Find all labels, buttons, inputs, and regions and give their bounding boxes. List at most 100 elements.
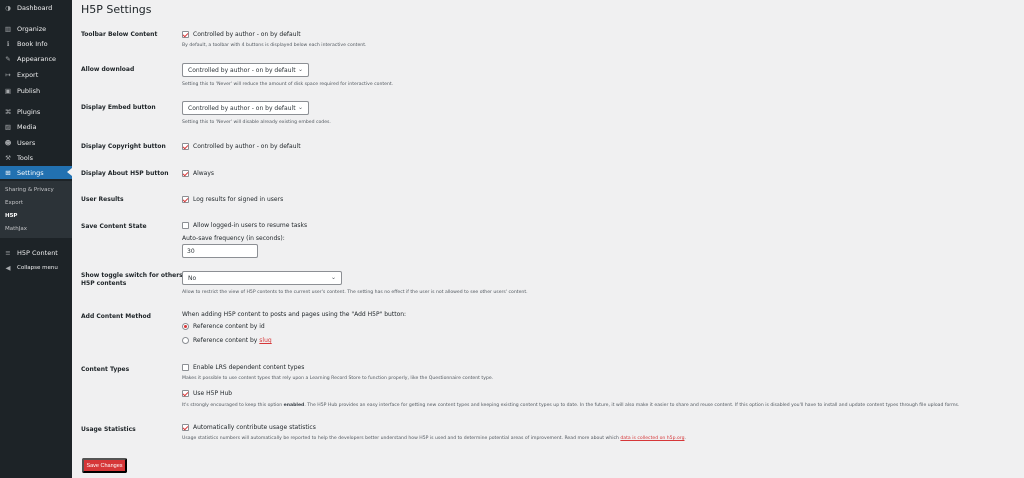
collapse-icon: ◀ bbox=[5, 263, 11, 272]
content-types-label: Content Types bbox=[81, 366, 130, 373]
publish-icon: ▣ bbox=[4, 86, 12, 95]
sidebar-item-label: Export bbox=[17, 70, 39, 79]
desc-emphasis: enabled bbox=[283, 403, 305, 408]
admin-sidebar: ◑ Dashboard ▥ Organize ℹ Book Info ✎ Appeara… bbox=[0, 0, 72, 478]
paintbrush-icon: ✎ bbox=[5, 54, 11, 63]
sidebar-item-publish[interactable]: ▣ Publish bbox=[0, 84, 72, 97]
wrench-icon: ⚒ bbox=[5, 153, 11, 162]
label-line-2: H5P contents bbox=[81, 280, 127, 287]
h5p-hub-description: It's strongly encouraged to keep this op… bbox=[182, 403, 959, 408]
checkbox-label: Enable LRS dependent content types bbox=[193, 364, 305, 371]
copyright-label: Display Copyright button bbox=[81, 143, 166, 150]
sidebar-item-label: Settings bbox=[17, 168, 44, 177]
toolbar-description: By default, a toolbar with 4 buttons is … bbox=[182, 43, 367, 48]
collapse-menu-button[interactable]: ◀ Collapse menu bbox=[0, 261, 72, 274]
checkbox-checked[interactable] bbox=[182, 31, 189, 38]
sidebar-item-appearance[interactable]: ✎ Appearance bbox=[0, 52, 72, 65]
sidebar-item-organize[interactable]: ▥ Organize bbox=[0, 22, 72, 35]
download-select[interactable]: Controlled by author - on by default ⌄ bbox=[182, 63, 309, 77]
sidebar-item-h5p-content[interactable]: ≡ H5P Content bbox=[0, 246, 72, 259]
download-label: Allow download bbox=[81, 66, 135, 73]
resume-tasks-checkbox[interactable]: Allow logged-in users to resume tasks bbox=[182, 222, 307, 229]
checkbox-label: Controlled by author - on by default bbox=[193, 31, 301, 38]
reference-by-id-radio[interactable]: Reference content by id bbox=[182, 323, 265, 330]
media-icon: ▨ bbox=[4, 122, 12, 131]
radio-unchecked[interactable] bbox=[182, 337, 189, 344]
about-label: Display About H5P button bbox=[81, 170, 169, 177]
info-icon: ℹ bbox=[6, 39, 10, 48]
checkbox-label: Always bbox=[193, 170, 215, 177]
sidebar-item-media[interactable]: ▨ Media bbox=[0, 120, 72, 133]
usage-statistics-label: Usage Statistics bbox=[81, 426, 136, 433]
chevron-down-icon: ⌄ bbox=[330, 274, 336, 281]
copyright-checkbox[interactable]: Controlled by author - on by default bbox=[182, 143, 301, 150]
sidebar-item-export[interactable]: ↦ Export bbox=[0, 68, 72, 81]
checkbox-label: Automatically contribute usage statistic… bbox=[193, 424, 316, 431]
checkbox-checked[interactable] bbox=[182, 424, 189, 431]
embed-label: Display Embed button bbox=[81, 104, 156, 111]
sidebar-item-tools[interactable]: ⚒ Tools bbox=[0, 151, 72, 164]
radio-label: Reference content by id bbox=[193, 323, 265, 330]
checkbox-checked[interactable] bbox=[182, 196, 189, 203]
plugin-icon: ⌘ bbox=[4, 107, 12, 116]
toolbar-checkbox[interactable]: Controlled by author - on by default bbox=[182, 31, 301, 38]
download-description: Setting this to 'Never' will reduce the … bbox=[182, 82, 394, 87]
user-results-checkbox[interactable]: Log results for signed in users bbox=[182, 196, 283, 203]
submenu-item-mathjax[interactable]: MathJax bbox=[5, 226, 27, 232]
sidebar-item-label: Book Info bbox=[17, 39, 48, 48]
submenu-item-export[interactable]: Export bbox=[5, 200, 23, 206]
add-content-method-intro: When adding H5P content to posts and pag… bbox=[182, 311, 407, 318]
sidebar-item-book-info[interactable]: ℹ Book Info bbox=[0, 37, 72, 50]
reference-by-slug-radio[interactable]: Reference content by slug bbox=[182, 337, 272, 344]
autosave-frequency-label: Auto-save frequency (in seconds): bbox=[182, 235, 285, 242]
checkbox-unchecked[interactable] bbox=[182, 222, 189, 229]
radio-checked[interactable] bbox=[182, 323, 189, 330]
input-value: 30 bbox=[187, 247, 195, 255]
desc-text: . bbox=[684, 436, 686, 441]
radio-label: Reference content by slug bbox=[193, 337, 272, 344]
chevron-down-icon: ⌄ bbox=[297, 66, 303, 73]
autosave-frequency-input[interactable]: 30 bbox=[182, 244, 258, 258]
content-state-label: Save Content State bbox=[81, 223, 147, 230]
sidebar-item-label: Tools bbox=[17, 153, 34, 162]
save-changes-button[interactable]: Save Changes bbox=[82, 458, 127, 473]
desc-text: It's strongly encouraged to keep this op… bbox=[182, 403, 283, 408]
usage-statistics-checkbox[interactable]: Automatically contribute usage statistic… bbox=[182, 424, 316, 431]
submenu-item-h5p[interactable]: H5P bbox=[5, 213, 17, 219]
book-icon: ▥ bbox=[4, 24, 12, 33]
sidebar-item-users[interactable]: ☻ Users bbox=[0, 136, 72, 149]
checkbox-checked[interactable] bbox=[182, 390, 189, 397]
submenu-item-sharing-privacy[interactable]: Sharing & Privacy bbox=[5, 187, 54, 193]
toggle-switch-label: Show toggle switch for others' H5P conten… bbox=[81, 272, 185, 288]
toggle-switch-select[interactable]: No ⌄ bbox=[182, 271, 342, 285]
sidebar-item-label: Plugins bbox=[17, 107, 41, 116]
sidebar-item-label: Dashboard bbox=[17, 3, 53, 12]
page-title: H5P Settings bbox=[81, 3, 152, 16]
slug-link[interactable]: slug bbox=[259, 337, 271, 344]
about-checkbox[interactable]: Always bbox=[182, 170, 214, 177]
h5p-hub-checkbox[interactable]: Use H5P Hub bbox=[182, 390, 232, 397]
checkbox-checked[interactable] bbox=[182, 143, 189, 150]
sidebar-item-label: Users bbox=[17, 138, 36, 147]
checkbox-label: Log results for signed in users bbox=[193, 196, 284, 203]
sidebar-item-plugins[interactable]: ⌘ Plugins bbox=[0, 105, 72, 118]
sidebar-item-dashboard[interactable]: ◑ Dashboard bbox=[0, 1, 72, 14]
select-value: Controlled by author - on by default bbox=[188, 104, 296, 112]
label-line-1: Show toggle switch for others' bbox=[81, 272, 185, 279]
checkbox-unchecked[interactable] bbox=[182, 364, 189, 371]
lrs-checkbox[interactable]: Enable LRS dependent content types bbox=[182, 364, 304, 371]
users-icon: ☻ bbox=[4, 138, 12, 147]
data-collected-link[interactable]: data is collected on h5p.org bbox=[620, 436, 684, 441]
checkbox-checked[interactable] bbox=[182, 170, 189, 177]
desc-text: Usage statistics numbers will automatica… bbox=[182, 436, 619, 441]
settings-icon: ⊞ bbox=[5, 168, 11, 177]
toolbar-label: Toolbar Below Content bbox=[81, 31, 158, 38]
desc-text: . The H5P Hub provides an easy interface… bbox=[304, 403, 960, 408]
sidebar-item-settings[interactable]: ⊞ Settings bbox=[0, 166, 72, 179]
chevron-down-icon: ⌄ bbox=[297, 104, 303, 111]
embed-select[interactable]: Controlled by author - on by default ⌄ bbox=[182, 101, 309, 115]
export-icon: ↦ bbox=[5, 70, 11, 79]
user-results-label: User Results bbox=[81, 196, 124, 203]
add-content-method-label: Add Content Method bbox=[81, 313, 151, 320]
sidebar-item-label: Collapse menu bbox=[17, 264, 58, 271]
